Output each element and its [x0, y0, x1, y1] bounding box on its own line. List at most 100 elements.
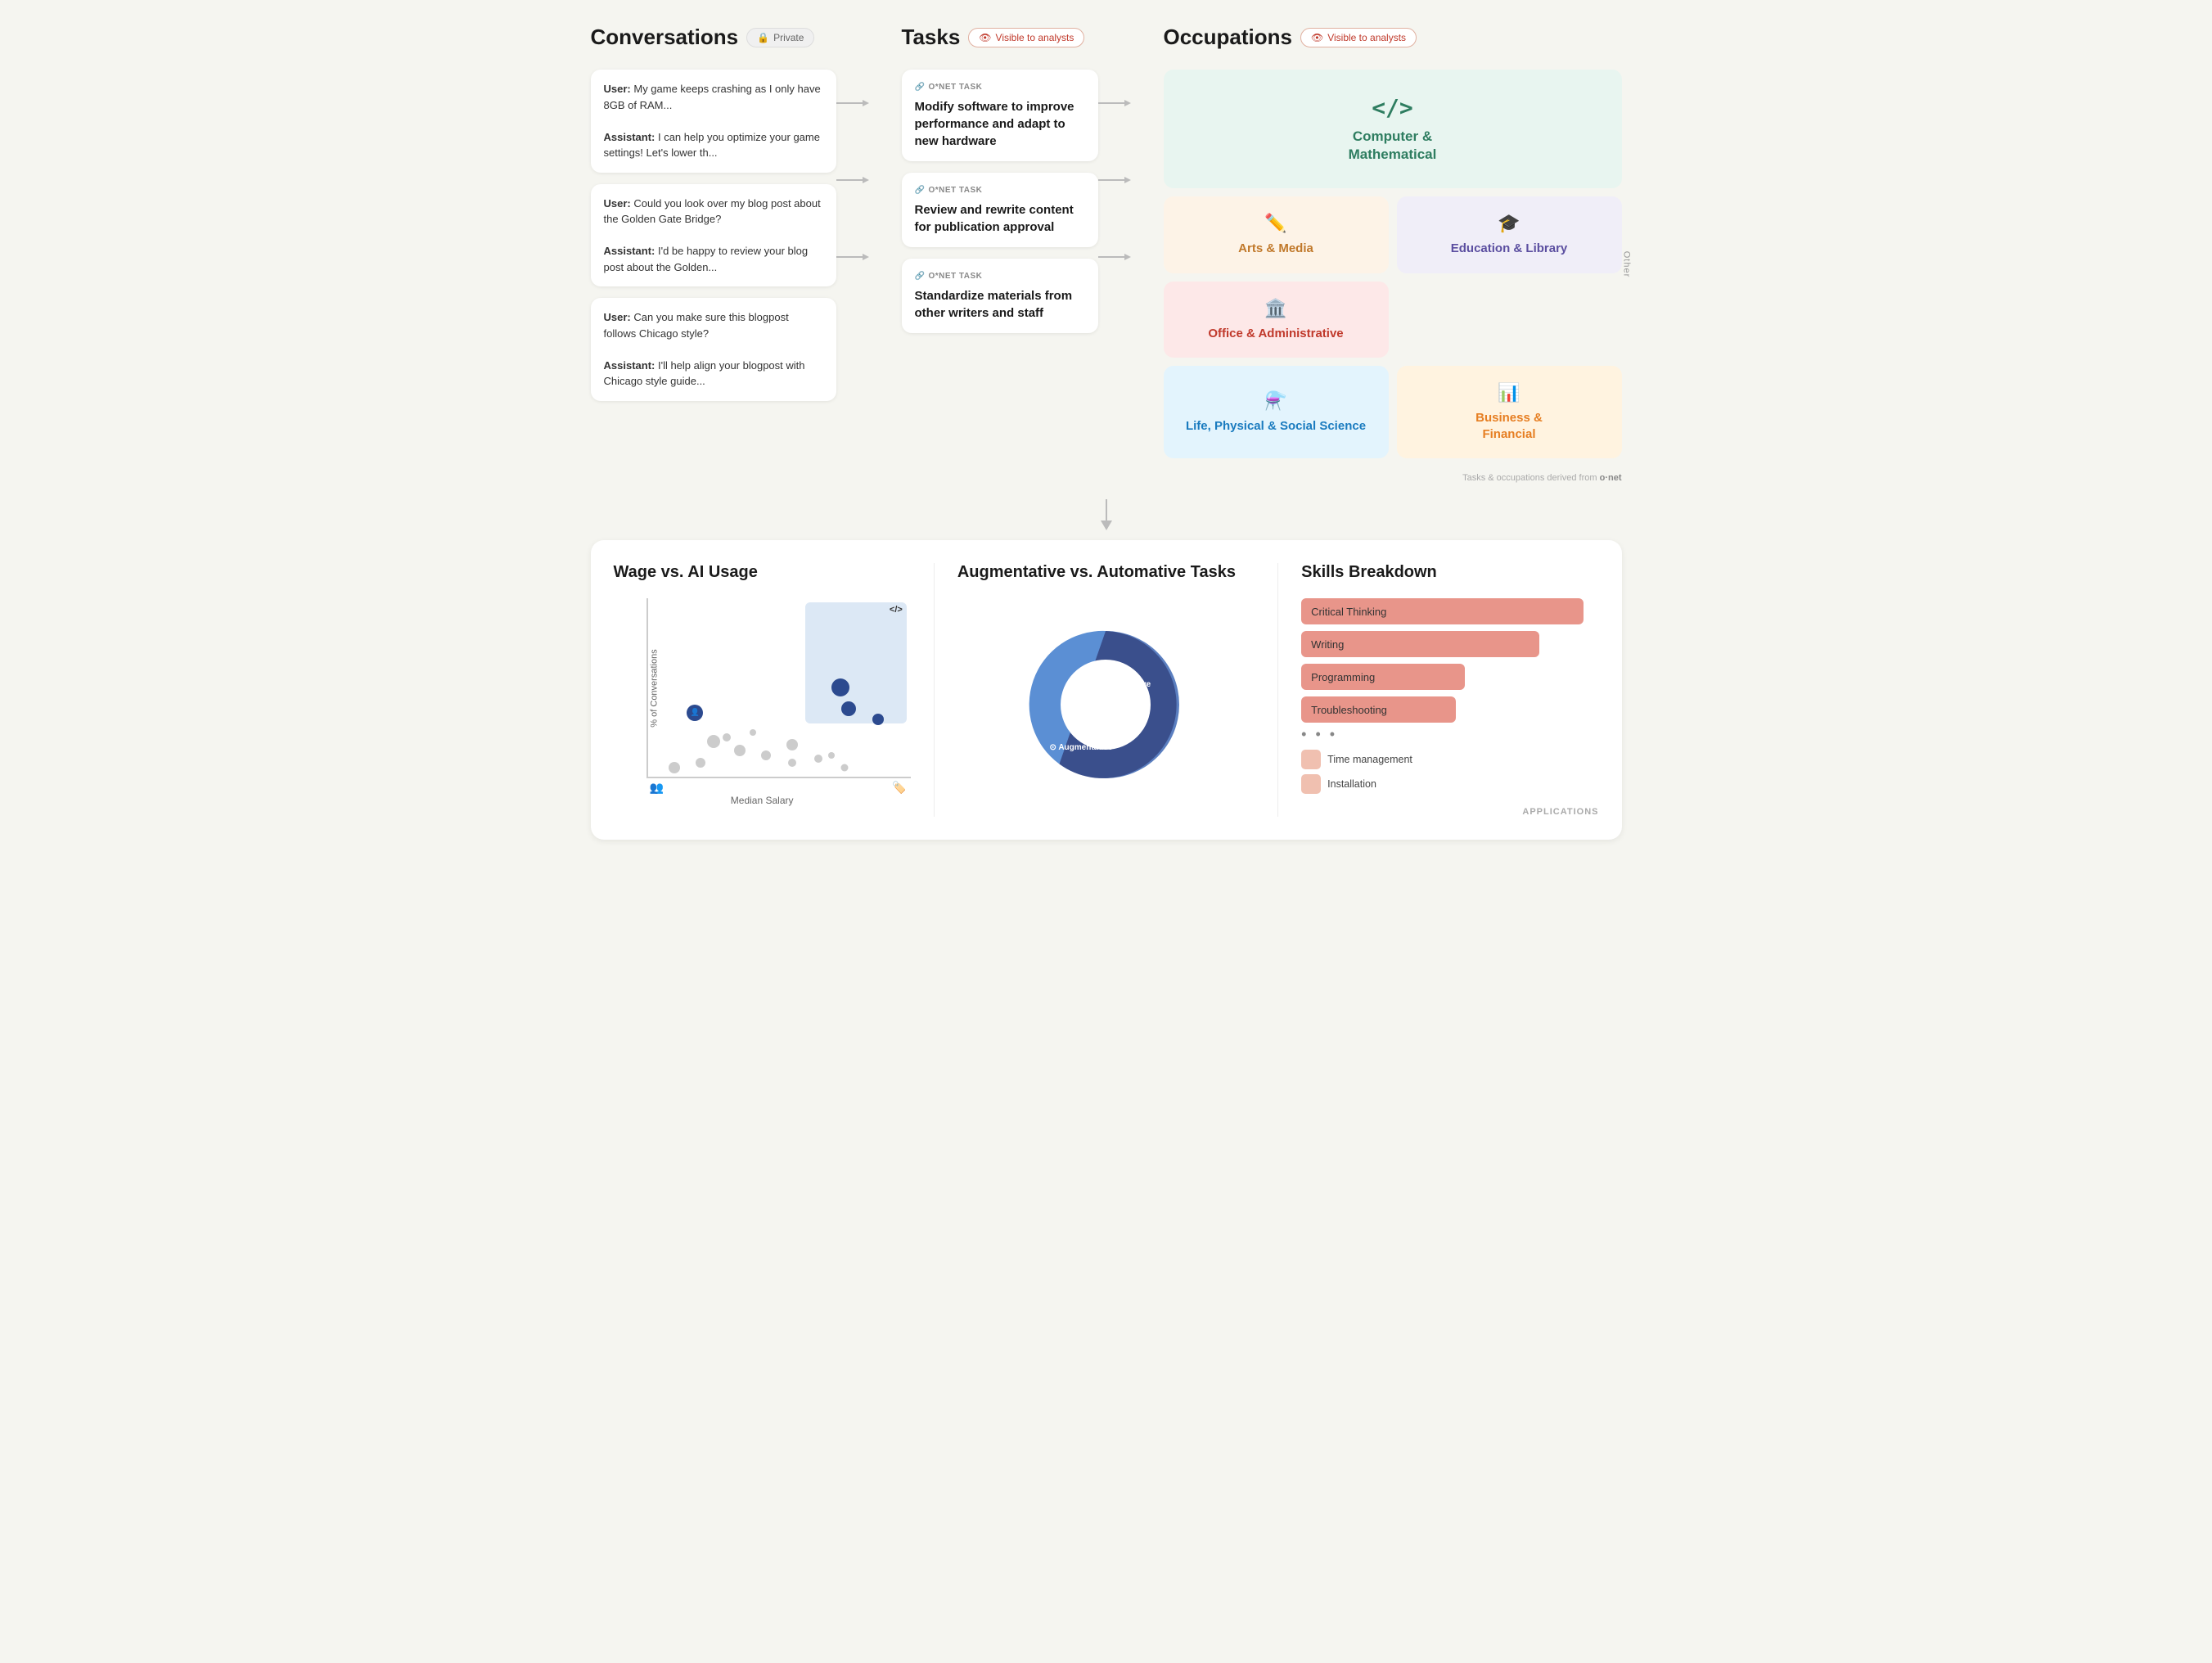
tasks-header: Tasks 👁 Visible to analysts — [902, 25, 1098, 50]
dot-gray-6 — [696, 758, 705, 768]
person-icon: 👤 — [691, 708, 700, 717]
divider-2 — [1277, 563, 1278, 817]
arrow-right-icon-3 — [836, 249, 869, 265]
main-container: Conversations 🔒 Private User: My game ke… — [591, 25, 1622, 840]
conversation-card-3[interactable]: User: Can you make sure this blogpost fo… — [591, 298, 836, 401]
arrow-4 — [1098, 70, 1131, 136]
other-label: Other — [1621, 250, 1631, 277]
swatch-install — [1301, 774, 1321, 794]
visible-badge-occ: 👁 Visible to analysts — [1300, 28, 1417, 47]
applications-label: APPLICATIONS — [1301, 807, 1598, 817]
donut-title: Augmentative vs. Automative Tasks — [957, 563, 1255, 582]
dot-gray-12 — [841, 764, 849, 772]
code-icon: </> — [1372, 94, 1413, 121]
skills-panel: Skills Breakdown Critical Thinking Writi… — [1301, 563, 1598, 817]
user-label-2: User: — [604, 197, 634, 210]
more-dots: • • • — [1301, 726, 1598, 743]
private-badge: 🔒 Private — [746, 28, 814, 47]
occ-office[interactable]: 🏛️ Office & Administrative — [1164, 282, 1389, 358]
onet-note: Tasks & occupations derived from o·net — [1164, 473, 1622, 483]
conversations-title: Conversations — [591, 25, 739, 50]
user-label: User: — [604, 83, 634, 95]
chart-background: </> 👤 — [646, 598, 911, 778]
occ-science[interactable]: ⚗️ Life, Physical & Social Science — [1164, 366, 1389, 458]
svg-text:⊙ Augmentative: ⊙ Augmentative — [1050, 743, 1113, 752]
assistant-label-3: Assistant: — [604, 359, 658, 372]
link-icon-1: 🔗 — [915, 81, 926, 93]
code-label: </> — [890, 605, 903, 615]
down-arrow-icon — [1094, 499, 1119, 532]
user-text-2: Could you look over my blog post about t… — [604, 197, 821, 226]
occ-business-name: Business &Financial — [1475, 410, 1543, 442]
arts-icon: ✏️ — [1264, 213, 1286, 234]
arrow-2 — [836, 147, 869, 213]
dot-gray-5 — [814, 755, 822, 763]
skills-title: Skills Breakdown — [1301, 563, 1598, 582]
occupations-grid: </> Computer &Mathematical ✏️ Arts & Med… — [1164, 70, 1622, 458]
dot-blue-icon-1: 👤 — [687, 705, 703, 721]
wage-chart: % of Conversations </> 👤 — [614, 598, 911, 811]
lock-icon: 🔒 — [757, 32, 769, 43]
skill-fill-troubleshooting: Troubleshooting — [1301, 696, 1456, 723]
occ-business[interactable]: 📊 Business &Financial — [1397, 366, 1622, 458]
highlight-region — [805, 602, 907, 723]
occupations-header: Occupations 👁 Visible to analysts — [1164, 25, 1622, 50]
skill-fill-writing: Writing — [1301, 631, 1539, 657]
user-label-3: User: — [604, 311, 634, 323]
onet-brand: o·net — [1600, 473, 1622, 483]
occ-office-name: Office & Administrative — [1208, 326, 1343, 342]
occ-education-name: Education & Library — [1451, 241, 1568, 257]
dot-gray-2 — [734, 745, 746, 756]
skill-fill-programming: Programming — [1301, 664, 1465, 690]
dot-blue-3 — [872, 714, 884, 725]
occupations-column: Occupations 👁 Visible to analysts </> Co… — [1131, 25, 1622, 483]
arrow-5 — [1098, 147, 1131, 213]
eye-icon-tasks: 👁 — [979, 32, 991, 43]
occ-education[interactable]: 🎓 Education & Library — [1397, 196, 1622, 273]
arrow-right-icon-5 — [1098, 172, 1131, 188]
arrow-1 — [836, 70, 869, 136]
donut-container: ⚙ Automative ⊙ Augmentative — [957, 598, 1255, 811]
link-icon-2: 🔗 — [915, 184, 926, 196]
occ-arts[interactable]: ✏️ Arts & Media — [1164, 196, 1389, 273]
dot-gray-7 — [723, 733, 731, 741]
office-icon: 🏛️ — [1264, 298, 1286, 319]
skill-bar-writing: Writing — [1301, 631, 1598, 657]
skill-legend: Time management Installation — [1301, 750, 1598, 794]
dot-blue-1 — [831, 678, 849, 696]
arrows-col-2 — [1098, 25, 1131, 290]
x-axis-label: Median Salary — [614, 795, 911, 806]
conversations-header: Conversations 🔒 Private — [591, 25, 836, 50]
svg-text:⚙: ⚙ — [1127, 669, 1135, 678]
arrow-right-icon-2 — [836, 172, 869, 188]
user-text-1: My game keeps crashing as I only have 8G… — [604, 83, 821, 111]
task-label-2: 🔗 O*NET TASK — [915, 184, 1085, 196]
assistant-label: Assistant: — [604, 131, 658, 143]
occ-science-name: Life, Physical & Social Science — [1186, 418, 1366, 435]
dot-gray-4 — [786, 739, 798, 750]
conversation-card-1[interactable]: User: My game keeps crashing as I only h… — [591, 70, 836, 173]
occ-computer[interactable]: </> Computer &Mathematical — [1164, 70, 1622, 188]
task-card-2[interactable]: 🔗 O*NET TASK Review and rewrite content … — [902, 173, 1098, 247]
arrow-right-icon-4 — [1098, 95, 1131, 111]
occ-arts-name: Arts & Media — [1238, 241, 1313, 257]
task-card-3[interactable]: 🔗 O*NET TASK Standardize materials from … — [902, 259, 1098, 333]
wage-title: Wage vs. AI Usage — [614, 563, 911, 582]
dot-gray-10 — [788, 759, 796, 767]
top-section: Conversations 🔒 Private User: My game ke… — [591, 25, 1622, 483]
conversation-card-2[interactable]: User: Could you look over my blog post a… — [591, 184, 836, 287]
svg-text:Automative: Automative — [1106, 680, 1151, 689]
donut-panel: Augmentative vs. Automative Tasks — [957, 563, 1255, 817]
skills-list: Critical Thinking Writing Programming Tr… — [1301, 598, 1598, 723]
link-icon-3: 🔗 — [915, 270, 926, 282]
wage-chart-area: % of Conversations </> 👤 — [646, 598, 911, 778]
task-text-2: Review and rewrite content for publicati… — [915, 201, 1085, 236]
task-card-1[interactable]: 🔗 O*NET TASK Modify software to improve … — [902, 70, 1098, 161]
dot-gray-9 — [669, 762, 680, 773]
eye-icon-occ: 👁 — [1311, 32, 1323, 43]
skill-bar-programming: Programming — [1301, 664, 1598, 690]
task-text-3: Standardize materials from other writers… — [915, 287, 1085, 322]
task-label-3: 🔗 O*NET TASK — [915, 270, 1085, 282]
assistant-label-2: Assistant: — [604, 245, 658, 257]
science-icon: ⚗️ — [1264, 390, 1286, 412]
